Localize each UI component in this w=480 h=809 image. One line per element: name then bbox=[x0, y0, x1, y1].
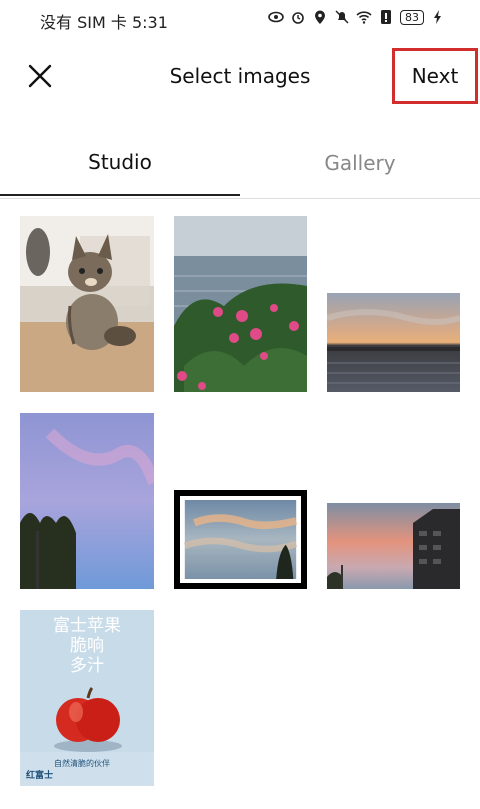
image-thumb-sunset-building[interactable] bbox=[327, 503, 460, 589]
carrier-text: 没有 SIM 卡 bbox=[40, 13, 127, 32]
poster-footer: 红富士 bbox=[26, 771, 54, 781]
time-text: 5:31 bbox=[131, 13, 168, 32]
poster-tagline: 自然清脆的伙伴 bbox=[54, 759, 110, 768]
charging-icon bbox=[434, 10, 441, 24]
battery-indicator: 83 bbox=[400, 9, 424, 25]
app-bar: Select images Next bbox=[0, 36, 480, 116]
image-thumb-sunset-clouds-selected[interactable] bbox=[174, 490, 307, 589]
status-bar: 没有 SIM 卡 5:31 83 bbox=[0, 0, 480, 36]
sunset-building-image bbox=[327, 503, 460, 589]
tab-gallery[interactable]: Gallery bbox=[240, 130, 480, 196]
image-thumb-lake-sunset[interactable] bbox=[327, 293, 460, 392]
status-icons: 83 bbox=[268, 9, 446, 25]
pink-sky-image bbox=[20, 413, 154, 589]
mute-bell-icon bbox=[335, 10, 349, 24]
kitten-image bbox=[20, 216, 154, 392]
image-thumb-pink-sky[interactable] bbox=[20, 413, 154, 589]
alarm-icon bbox=[292, 12, 304, 24]
tab-studio[interactable]: Studio bbox=[0, 130, 240, 196]
next-button[interactable]: Next bbox=[392, 48, 478, 104]
tab-bar: Studio Gallery bbox=[0, 130, 480, 199]
lake-flowers-image bbox=[174, 216, 307, 392]
selection-frame bbox=[180, 496, 301, 583]
status-left: 没有 SIM 卡 5:31 bbox=[40, 9, 168, 33]
lake-sunset-image bbox=[327, 293, 460, 392]
image-thumb-apple-poster[interactable]: 富士苹果 脆响 多汁 自然清脆的伙伴 红富士 bbox=[20, 610, 154, 786]
image-thumb-kitten[interactable] bbox=[20, 216, 154, 392]
image-thumb-lake-flowers[interactable] bbox=[174, 216, 307, 392]
sunset-clouds-image bbox=[184, 500, 297, 579]
eye-icon bbox=[268, 11, 284, 23]
alert-icon bbox=[381, 10, 391, 24]
wifi-icon bbox=[356, 11, 372, 24]
location-icon bbox=[315, 10, 325, 24]
